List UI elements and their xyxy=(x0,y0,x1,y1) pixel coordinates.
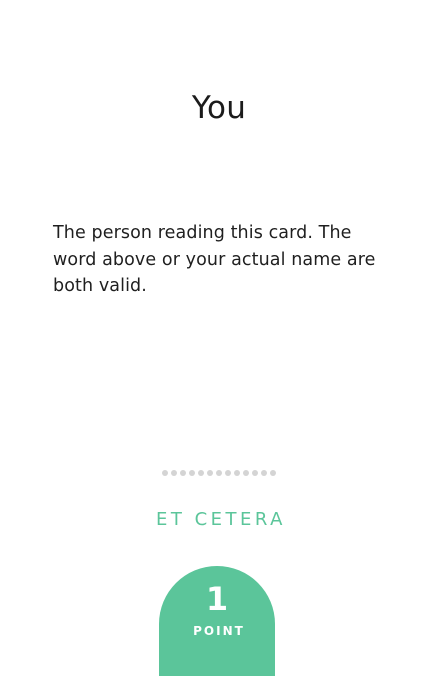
points-unit: POINT xyxy=(193,624,245,638)
divider-dot xyxy=(207,470,213,476)
divider-dot xyxy=(234,470,240,476)
divider-dot xyxy=(198,470,204,476)
divider-dot xyxy=(162,470,168,476)
divider-dot xyxy=(243,470,249,476)
category-label: ET CETERA xyxy=(156,509,286,530)
card-description: The person reading this card. The word a… xyxy=(53,223,376,296)
divider-dot xyxy=(180,470,186,476)
divider-dot xyxy=(225,470,231,476)
divider-dot xyxy=(252,470,258,476)
divider-dot xyxy=(189,470,195,476)
card-title: You xyxy=(191,90,247,126)
divider-dot xyxy=(270,470,276,476)
divider-dot xyxy=(261,470,267,476)
points-value: 1 xyxy=(205,580,229,618)
dotted-divider xyxy=(0,470,438,476)
divider-dot xyxy=(171,470,177,476)
points-badge: 1 POINT xyxy=(159,566,275,676)
divider-dot xyxy=(216,470,222,476)
